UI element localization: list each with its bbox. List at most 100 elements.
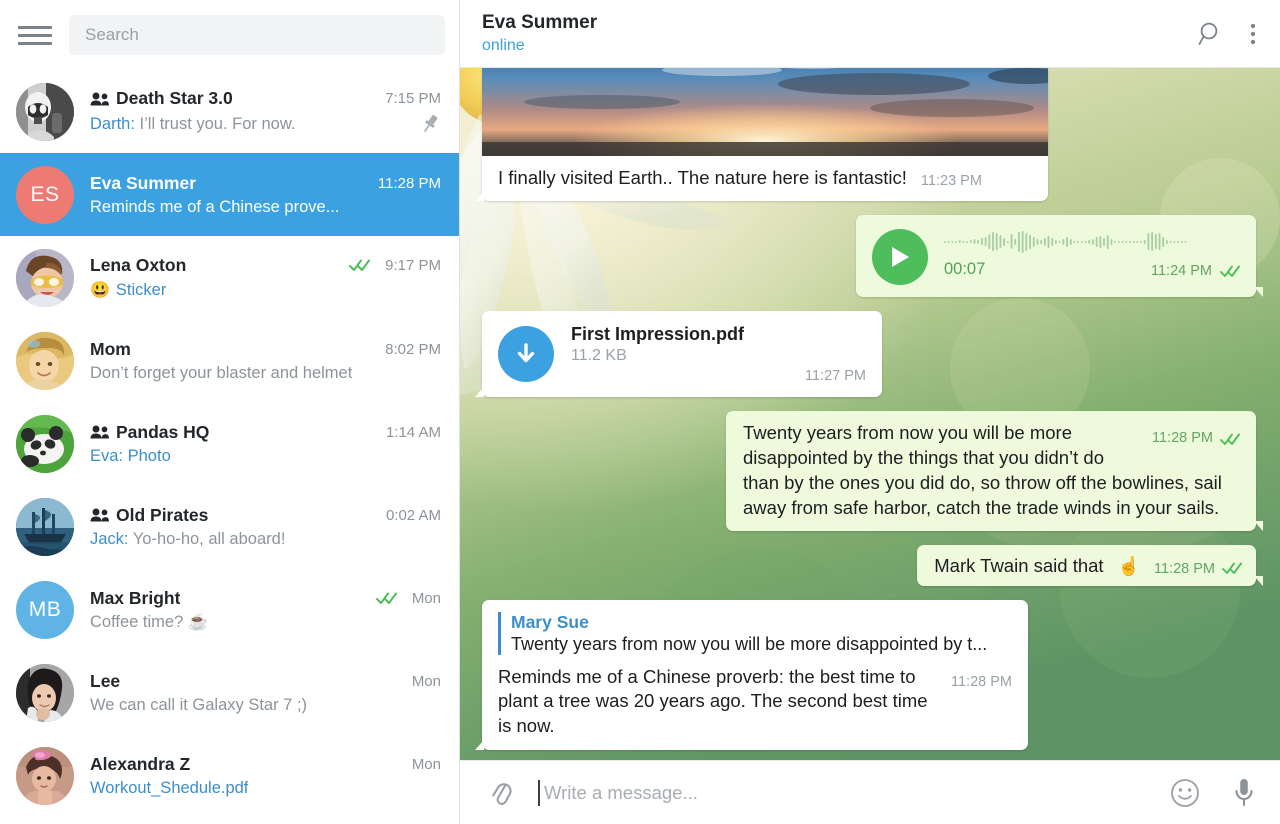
voice-duration: 00:07 — [944, 260, 986, 279]
chat-item-status-group: 1:14 AM — [370, 424, 441, 441]
avatar-initials: ES — [30, 182, 60, 206]
hamburger-icon[interactable] — [18, 18, 52, 52]
reply-message-bubble[interactable]: Mary Sue Twenty years from now you will … — [475, 599, 1028, 751]
download-arrow-icon[interactable] — [498, 326, 554, 383]
photo-message-bubble[interactable]: I finally visited Earth.. The nature her… — [475, 68, 1048, 202]
chat-item-title: Pandas HQ — [116, 421, 210, 442]
quote-message-bubble[interactable]: 11:28 PM Twenty years from now you will … — [726, 411, 1263, 531]
chat-item-status-group: 9:17 PM — [341, 257, 441, 274]
chat-item-preview: Reminds me of a Chinese prove... — [90, 198, 339, 217]
chat-item-body: Max Bright Mon Coffee time? ☕ — [90, 588, 441, 632]
chat-list-item[interactable]: Death Star 3.0 7:15 PM Darth: I’ll trust y… — [0, 70, 459, 153]
avatar-initials: MB — [28, 597, 62, 621]
message-row-reply: Mary Sue Twenty years from now you will … — [475, 599, 1256, 751]
attribution-message-text: Mark Twain said that — [934, 554, 1104, 576]
preview-text: We can call it Galaxy Star 7 ;) — [90, 695, 308, 714]
reply-quote-block[interactable]: Mary Sue Twenty years from now you will … — [498, 611, 1012, 655]
avatar[interactable] — [16, 331, 74, 390]
quote-message-text: Twenty years from now you will be more d… — [743, 422, 1222, 518]
chat-item-status-group: Mon — [368, 590, 441, 607]
chat-item-status-group: 8:02 PM — [369, 341, 441, 358]
chat-item-preview: 😃 Sticker — [90, 280, 166, 300]
chat-item-title: Death Star 3.0 — [116, 88, 233, 108]
chat-item-top-line: Lena Oxton 9:17 PM — [90, 255, 441, 276]
chat-item-time: 0:02 AM — [385, 506, 441, 524]
avatar[interactable] — [16, 746, 74, 805]
group-icon — [90, 425, 109, 439]
attribution-message-time: 11:28 PM — [1154, 560, 1215, 577]
chat-item-body: Alexandra Z Mon Workout_Shedule.pdf — [90, 754, 441, 798]
sunset-photo-image[interactable] — [482, 68, 1048, 157]
file-name: First Impression.pdf — [571, 324, 745, 345]
chat-list-item[interactable]: Mom 8:02 PM Don’t forget your blaster and … — [0, 319, 459, 402]
chat-list-item[interactable]: MB Max Bright Mon Coffee time? ☕ — [0, 568, 459, 651]
avatar[interactable] — [16, 497, 74, 556]
chat-list-item[interactable]: Lee Mon We can call it Galaxy Star 7 ;) — [0, 651, 459, 734]
chat-list-item[interactable]: Pandas HQ 1:14 AM Eva: Photo — [0, 402, 459, 485]
chat-item-bottom-line: Workout_Shedule.pdf — [90, 779, 441, 798]
quote-message-meta: 11:28 PM — [1152, 429, 1240, 448]
avatar[interactable] — [16, 663, 74, 722]
chat-item-status-group: Mon — [396, 673, 441, 690]
chat-item-top-line: Mom 8:02 PM — [90, 339, 441, 360]
search-icon[interactable] — [1198, 21, 1224, 47]
pointing-up-emoji: ☝ — [1117, 555, 1140, 576]
chat-list-item[interactable]: Lena Oxton 9:17 PM 😃 Sticker — [0, 236, 459, 319]
play-icon[interactable] — [872, 229, 928, 286]
voice-waveform[interactable] — [944, 229, 1240, 255]
avatar[interactable] — [16, 414, 74, 473]
chat-item-title: Old Pirates — [116, 504, 209, 525]
more-vertical-icon[interactable] — [1250, 21, 1256, 47]
avatar[interactable]: ES — [16, 165, 74, 224]
chat-item-preview: Eva: Photo — [90, 447, 171, 466]
pin-icon — [411, 113, 441, 135]
chat-item-bottom-line: Darth: I’ll trust you. For now. — [90, 113, 441, 135]
chat-item-bottom-line: We can call it Galaxy Star 7 ;) — [90, 696, 441, 715]
search-box[interactable] — [69, 15, 445, 55]
attribution-message-bubble[interactable]: Mark Twain said that ☝ 11:28 PM — [917, 544, 1263, 586]
paperclip-icon[interactable] — [482, 778, 522, 808]
message-composer — [460, 760, 1280, 824]
chat-item-preview: We can call it Galaxy Star 7 ;) — [90, 696, 307, 715]
composer-input-wrap[interactable] — [538, 761, 1152, 824]
avatar[interactable] — [16, 248, 74, 307]
file-message-time: 11:27 PM — [805, 368, 866, 385]
chat-header: Eva Summer online — [460, 0, 1280, 68]
smiley-icon[interactable] — [1170, 778, 1200, 808]
sidebar-header — [0, 0, 459, 70]
photo-caption-text: I finally visited Earth.. The nature her… — [498, 167, 907, 189]
file-size: 11.2 KB — [571, 347, 627, 365]
chat-item-top-line: Alexandra Z Mon — [90, 754, 441, 775]
chat-list-item[interactable]: ES Eva Summer 11:28 PM Reminds me of a Chin… — [0, 153, 459, 236]
preview-media-label: Workout_Shedule.pdf — [90, 778, 249, 797]
chat-item-bottom-line: Reminds me of a Chinese prove... — [90, 198, 441, 217]
chat-header-info[interactable]: Eva Summer online — [482, 12, 597, 55]
chat-list-item[interactable]: Alexandra Z Mon Workout_Shedule.pdf — [0, 734, 459, 817]
avatar[interactable] — [16, 82, 74, 141]
preview-text: Coffee time? ☕ — [90, 612, 209, 631]
avatar[interactable]: MB — [16, 580, 74, 639]
voice-message-bubble[interactable]: 00:07 11:24 PM — [856, 215, 1263, 298]
search-input[interactable] — [85, 25, 429, 45]
message-list: I finally visited Earth.. The nature her… — [460, 68, 1280, 760]
file-message-bubble[interactable]: First Impression.pdf 11.2 KB 11:27 PM — [475, 311, 882, 398]
chat-item-time: Mon — [411, 755, 441, 773]
chat-list[interactable]: Death Star 3.0 7:15 PM Darth: I’ll trust y… — [0, 70, 459, 824]
read-ticks-icon — [1220, 265, 1240, 277]
attribution-message-meta: 11:28 PM — [1154, 561, 1242, 577]
message-row-file: First Impression.pdf 11.2 KB 11:27 PM — [475, 311, 1256, 398]
chat-item-bottom-line: Eva: Photo — [90, 447, 441, 466]
microphone-icon[interactable] — [1232, 777, 1256, 809]
chat-item-preview: Don’t forget your blaster and helmet — [90, 364, 352, 383]
chat-item-body: Pandas HQ 1:14 AM Eva: Photo — [90, 422, 441, 466]
reply-message-text: Reminds me of a Chinese proverb: the bes… — [498, 665, 928, 737]
message-input[interactable] — [538, 779, 1152, 806]
chat-item-time: 11:28 PM — [377, 174, 441, 192]
chat-item-body: Old Pirates 0:02 AM Jack: Yo-ho-ho, all ab… — [90, 505, 441, 549]
chat-item-time: 8:02 PM — [385, 340, 441, 358]
preview-media-label: Photo — [127, 446, 171, 465]
chat-item-body: Death Star 3.0 7:15 PM Darth: I’ll trust y… — [90, 88, 441, 135]
message-row-voice: 00:07 11:24 PM — [482, 215, 1263, 298]
read-ticks-icon — [349, 259, 371, 272]
chat-list-item[interactable]: Old Pirates 0:02 AM Jack: Yo-ho-ho, all ab… — [0, 485, 459, 568]
